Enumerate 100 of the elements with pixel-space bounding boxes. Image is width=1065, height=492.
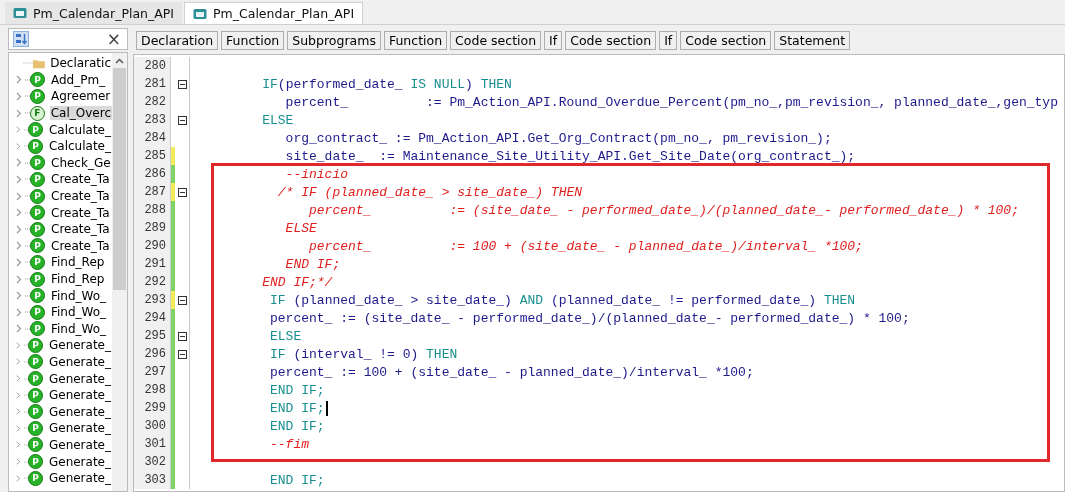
outline-item[interactable]: Generate_ [47, 388, 112, 403]
procedure-badge: P [30, 321, 45, 337]
procedure-badge: F [29, 105, 45, 121]
code-line: END IF; [269, 472, 325, 488]
outline-item[interactable]: Create_Ta [50, 205, 111, 220]
line-number: 303 [134, 471, 171, 489]
code-line: --inicio [284, 166, 349, 182]
outline-item[interactable]: Declaratic [49, 56, 112, 71]
line-number: 300 [134, 417, 171, 435]
breadcrumb-button[interactable]: Subprograms [287, 30, 381, 50]
procedure-badge: P [27, 404, 43, 420]
line-number: 282 [134, 93, 171, 111]
line-number: 285 [134, 147, 171, 165]
outline-item[interactable]: Check_Ge [50, 155, 112, 170]
code-line: percent_ := (site_date_ - performed_date_)/(planned_date_- performed_date_) * 100; [308, 202, 1019, 218]
procedure-badge: P [30, 171, 45, 187]
code-line: percent_ := 100 + (site_date_ - planned_date_)/interval_ *100; [269, 364, 754, 380]
procedure-badge: P [30, 304, 45, 320]
line-number: 302 [134, 453, 171, 471]
procedure-badge: P [27, 470, 43, 486]
code-line: percent_ := 100 + (site_date_ - planned_date_)/interval_ *100; [308, 238, 863, 254]
procedure-badge: P [30, 72, 45, 88]
line-number: 294 [134, 309, 171, 327]
outline-item[interactable]: Calculate_ [47, 139, 112, 154]
breadcrumb-button[interactable]: Declaration [136, 30, 219, 50]
code-line: site_date_ := Maintenance_Site_Utility_API.Get_Site_Date(org_contract_); [284, 148, 856, 164]
line-number: 287 [134, 183, 171, 201]
breadcrumb-button[interactable]: Code section [565, 30, 657, 50]
code-line: percent_ := (site_date_ - performed_date_)/(planned_date_- performed_date_) * 100; [269, 310, 910, 326]
outline-item[interactable]: Generate_ [47, 371, 112, 386]
outline-item[interactable]: Cal_Overc [49, 106, 112, 121]
code-line: ELSE [269, 328, 302, 344]
line-number: 298 [134, 381, 171, 399]
code-line: END IF; [269, 382, 325, 398]
outline-item[interactable]: Generate_ [47, 355, 112, 369]
close-button[interactable]: × [106, 30, 121, 48]
code-line: IF(performed_date_ IS NULL) THEN [261, 76, 512, 92]
procedure-badge: P [27, 387, 43, 403]
procedure-badge: P [30, 155, 45, 171]
line-number: 292 [134, 273, 171, 291]
code-line: IF (planned_date_ > site_date_) AND (planned_date_ != performed_date_) THEN [269, 292, 856, 308]
breadcrumb-button[interactable]: If [544, 30, 563, 50]
line-number: 288 [134, 201, 171, 219]
outline-item[interactable]: Calculate_ [47, 122, 112, 137]
outline-item[interactable]: Create_Ta [50, 222, 111, 237]
outline-item[interactable]: Create_Ta [50, 189, 111, 204]
line-number: 281 [134, 75, 171, 93]
line-number: 283 [134, 111, 171, 129]
code-line: END IF; [269, 418, 325, 434]
code-line: ELSE [261, 112, 294, 128]
outline-item[interactable]: Agreemer [50, 89, 112, 104]
procedure-badge: P [27, 420, 43, 436]
line-number: 291 [134, 255, 171, 273]
outline-item[interactable]: Find_Rep [50, 255, 106, 270]
outline-item[interactable]: Create_Ta [50, 172, 111, 187]
outline-item[interactable]: Find_Wo_ [50, 288, 108, 303]
breadcrumb-button[interactable]: Function [383, 30, 448, 50]
procedure-badge: P [30, 288, 45, 304]
breadcrumb-button[interactable]: If [659, 30, 678, 50]
code-line: IF (interval_ != 0) THEN [269, 346, 458, 362]
outline-item[interactable]: Generate_ [47, 404, 112, 419]
outline-item[interactable]: Find_Wo_ [50, 305, 108, 320]
procedure-badge: P [27, 454, 43, 470]
breadcrumb-button[interactable]: Code section [680, 30, 772, 50]
procedure-badge: P [27, 337, 43, 353]
outline-item[interactable]: Generate_ [47, 338, 112, 353]
line-number: 299 [134, 399, 171, 417]
line-number: 284 [134, 129, 171, 147]
procedure-badge: P [30, 205, 45, 221]
outline-item[interactable]: Create_Ta [50, 238, 111, 253]
breadcrumb-button[interactable]: Code section [450, 30, 542, 50]
code-line: END IF;*/ [261, 274, 333, 290]
line-number: 290 [134, 237, 171, 255]
outline-item[interactable]: Generate_ [47, 437, 112, 452]
line-number: 301 [134, 435, 171, 453]
procedure-badge: P [27, 138, 43, 154]
file-tab[interactable]: Pm_Calendar_Plan_API [5, 2, 183, 24]
code-line: ELSE [284, 220, 317, 236]
breadcrumb-button[interactable]: Statement [774, 30, 851, 50]
outline-item[interactable]: Find_Rep [50, 272, 106, 286]
outline-item[interactable]: Generate_ [47, 421, 112, 436]
line-number: 296 [134, 345, 171, 363]
breadcrumb-button[interactable]: Function [221, 30, 285, 50]
line-number: 293 [134, 291, 171, 309]
procedure-badge: P [30, 188, 45, 204]
code-line: percent_ := Pm_Action_API.Round_Overdue_Percent(pm_no_,pm_revision_, planned_date_,gen_typ [284, 94, 1058, 110]
outline-item[interactable]: Find_Wo_ [50, 321, 108, 336]
procedure-badge: P [30, 221, 45, 237]
outline-item[interactable]: Generate_ [47, 471, 112, 486]
outline-item[interactable]: Add_Pm_ [50, 72, 107, 87]
procedure-badge: P [27, 371, 43, 387]
procedure-badge: P [27, 437, 43, 453]
line-number: 297 [134, 363, 171, 381]
code-line: /* IF (planned_date_ > site_date_) THEN [276, 184, 583, 200]
procedure-badge: P [27, 122, 43, 138]
code-line: org_contract_ := Pm_Action_API.Get_Org_Contract(pm_no_, pm_revision_); [284, 130, 832, 146]
procedure-badge: P [30, 89, 45, 104]
line-number: 286 [134, 165, 171, 183]
outline-item[interactable]: Generate_ [47, 454, 112, 469]
file-tab[interactable]: Pm_Calendar_Plan_API [184, 2, 364, 24]
